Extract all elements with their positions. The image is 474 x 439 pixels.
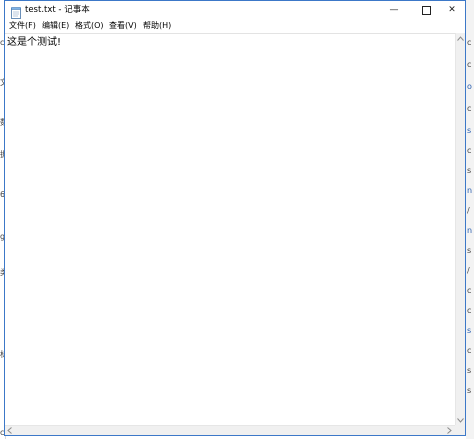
- minimize-icon: —: [389, 5, 399, 15]
- text-editor-area[interactable]: 这是个测试!: [5, 33, 455, 425]
- menu-file[interactable]: 文件(F): [9, 21, 36, 31]
- background-text-fragment: s: [467, 326, 472, 335]
- background-text-fragment: c: [467, 38, 472, 47]
- close-button[interactable]: ✕: [437, 1, 467, 19]
- background-text-fragment: c: [467, 346, 472, 355]
- background-window-right: c c o c s c s n / n s / c c s c s s: [466, 0, 474, 439]
- desktop: c 文 数 据 6 g 类 标 c c c o c s c s n / n s …: [0, 0, 474, 439]
- background-text-fragment: o: [467, 82, 472, 91]
- background-text-fragment: s: [467, 246, 472, 255]
- menu-format[interactable]: 格式(O): [75, 21, 104, 31]
- menu-edit[interactable]: 编辑(E): [42, 21, 69, 31]
- background-text-fragment: s: [467, 386, 472, 395]
- background-text-fragment: s: [467, 366, 472, 375]
- background-text-fragment: c: [467, 60, 472, 69]
- notepad-icon: [11, 4, 21, 19]
- scroll-down-icon[interactable]: [456, 415, 465, 425]
- vertical-scrollbar[interactable]: [455, 33, 465, 425]
- background-text-fragment: c: [467, 104, 472, 113]
- size-grip[interactable]: [455, 425, 465, 435]
- minimize-button[interactable]: —: [379, 1, 409, 19]
- background-text-fragment: c: [467, 286, 472, 295]
- background-text-fragment: n: [467, 186, 473, 195]
- menu-help[interactable]: 帮助(H): [143, 21, 171, 31]
- background-text-fragment: /: [467, 206, 470, 215]
- background-text-fragment: /: [467, 266, 470, 275]
- close-icon: ✕: [448, 5, 456, 15]
- background-text-fragment: n: [467, 226, 473, 235]
- menu-view[interactable]: 查看(V): [109, 21, 137, 31]
- window-title: test.txt - 记事本: [25, 5, 90, 15]
- scroll-up-icon[interactable]: [456, 33, 465, 43]
- editor-content: 这是个测试!: [7, 37, 62, 48]
- background-text-fragment: c: [467, 306, 472, 315]
- background-text-fragment: c: [467, 146, 472, 155]
- scroll-right-icon[interactable]: [445, 426, 454, 435]
- horizontal-scrollbar[interactable]: [5, 425, 455, 435]
- background-text-fragment: s: [467, 126, 472, 135]
- maximize-icon: [421, 5, 431, 15]
- title-bar[interactable]: test.txt - 记事本 — ✕: [5, 1, 465, 19]
- menu-bar: 文件(F) 编辑(E) 格式(O) 查看(V) 帮助(H): [5, 19, 465, 33]
- background-text-fragment: s: [467, 166, 472, 175]
- scroll-left-icon[interactable]: [5, 426, 14, 435]
- notepad-window: test.txt - 记事本 — ✕ 文件(F) 编辑(E) 格式(O) 查看(…: [4, 0, 466, 436]
